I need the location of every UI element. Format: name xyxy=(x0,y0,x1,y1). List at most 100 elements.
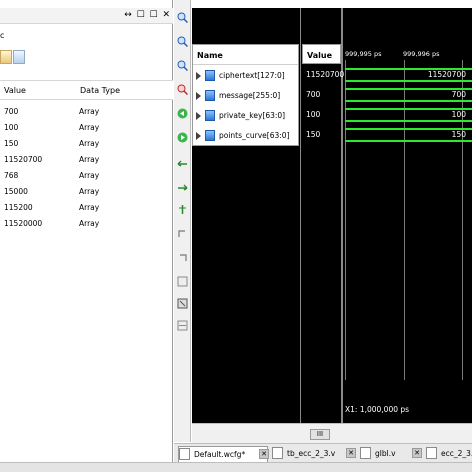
signal-value: 700 xyxy=(306,90,321,99)
wave-toolbar xyxy=(174,0,191,442)
editor-tab-bar: Default.wcfg* ✕ tb_ecc_2_3.v ✕ glbl.v ✕ … xyxy=(174,443,472,462)
table-row[interactable]: 768 Array xyxy=(0,168,173,184)
signal-value-row: 700 xyxy=(302,86,341,104)
tab-ecc[interactable]: ecc_2_3... xyxy=(426,446,472,462)
row-value: 768 xyxy=(4,171,19,180)
table-row[interactable]: 15000 Array xyxy=(0,184,173,200)
objects-table-header: Value Data Type xyxy=(0,80,173,100)
scrollbar-thumb[interactable]: III xyxy=(310,429,330,440)
next-marker-icon[interactable] xyxy=(177,252,188,263)
signal-row[interactable]: points_curve[63:0] xyxy=(193,127,298,145)
tab-default-wcfg[interactable]: Default.wcfg* ✕ xyxy=(178,446,269,462)
signal-name: ciphertext[127:0] xyxy=(219,71,285,80)
table-row[interactable]: 11520000 Array xyxy=(0,216,173,232)
swap-cursors-icon[interactable] xyxy=(177,276,188,287)
trace-value-label: 150 xyxy=(451,130,466,139)
row-type: Array xyxy=(79,139,100,148)
column-header-data-type[interactable]: Data Type xyxy=(80,86,120,95)
go-start-icon[interactable] xyxy=(177,108,188,119)
column-header-value[interactable]: Value xyxy=(4,86,26,95)
expand-arrow-icon[interactable] xyxy=(196,72,201,80)
objects-panel: ↔ ☐ ☐ ✕ c Value Data Type 700 Array 100 Ar… xyxy=(0,0,173,462)
value-column-header[interactable]: Value xyxy=(302,44,341,64)
signal-value-row: 150 xyxy=(302,126,341,144)
signal-value-list: Value 11520700 700 100 150 xyxy=(302,44,345,146)
close-icon[interactable]: ✕ xyxy=(259,449,269,459)
row-value: 15000 xyxy=(4,187,28,196)
bus-signal-icon xyxy=(205,130,215,141)
tab-glbl[interactable]: glbl.v ✕ xyxy=(360,446,422,462)
tab-label: Default.wcfg* xyxy=(194,450,246,459)
table-row[interactable]: 11520700 Array xyxy=(0,152,173,168)
zoom-out-icon[interactable] xyxy=(177,36,188,47)
signal-trace[interactable]: 150 xyxy=(345,126,472,144)
signal-trace[interactable]: 11520700 xyxy=(345,66,472,84)
row-type: Array xyxy=(79,107,100,116)
signal-value: 150 xyxy=(306,130,321,139)
filter-input-icon[interactable] xyxy=(0,50,12,64)
prev-transition-icon[interactable] xyxy=(177,156,188,167)
expand-arrow-icon[interactable] xyxy=(196,112,201,120)
floating-ruler-icon[interactable] xyxy=(177,320,188,331)
signal-value-row: 100 xyxy=(302,106,341,124)
signal-trace[interactable]: 700 xyxy=(345,86,472,104)
signal-name: private_key[63:0] xyxy=(219,111,286,120)
signal-row[interactable]: ciphertext[127:0] xyxy=(193,67,298,85)
signal-trace[interactable]: 100 xyxy=(345,106,472,124)
row-type: Array xyxy=(79,187,100,196)
tab-label: ecc_2_3... xyxy=(441,449,472,458)
snap-transition-icon[interactable] xyxy=(177,298,188,309)
trace-value-label: 11520700 xyxy=(427,70,466,79)
close-icon[interactable]: ✕ xyxy=(346,448,356,458)
go-end-icon[interactable] xyxy=(177,132,188,143)
cursor-readout: X1: 1,000,000 ps xyxy=(345,405,410,414)
prev-marker-icon[interactable] xyxy=(177,228,188,239)
table-row[interactable]: 700 Array xyxy=(0,104,173,120)
tab-label: tb_ecc_2_3.v xyxy=(287,449,336,458)
window-controls[interactable]: ↔ ☐ ☐ ✕ xyxy=(124,10,171,20)
status-bar xyxy=(0,462,472,472)
close-icon[interactable]: ✕ xyxy=(412,448,422,458)
ruler-tick-label: 999,995 ps xyxy=(345,50,382,58)
row-value: 115200 xyxy=(4,203,33,212)
signal-name: message[255:0] xyxy=(219,91,281,100)
row-value: 700 xyxy=(4,107,19,116)
tab-label: glbl.v xyxy=(375,449,396,458)
signal-row[interactable]: message[255:0] xyxy=(193,87,298,105)
panel-breadcrumb: c xyxy=(0,31,5,40)
verilog-file-icon xyxy=(426,447,437,459)
zoom-fit-icon[interactable] xyxy=(177,60,188,71)
trace-value-label: 700 xyxy=(451,90,466,99)
objects-toolbar xyxy=(0,47,173,67)
expand-arrow-icon[interactable] xyxy=(196,92,201,100)
signal-value: 100 xyxy=(306,110,321,119)
zoom-in-icon[interactable] xyxy=(177,12,188,23)
table-row[interactable]: 115200 Array xyxy=(0,200,173,216)
tab-tb-ecc[interactable]: tb_ecc_2_3.v ✕ xyxy=(272,446,356,462)
zoom-cursor-icon[interactable] xyxy=(177,84,188,95)
signal-value-row: 11520700 xyxy=(302,66,345,84)
row-type: Array xyxy=(79,219,100,228)
table-row[interactable]: 150 Array xyxy=(0,136,173,152)
filter-output-icon[interactable] xyxy=(13,50,25,64)
row-type: Array xyxy=(79,171,100,180)
add-marker-icon[interactable] xyxy=(177,204,188,215)
wave-config-icon xyxy=(179,448,190,460)
row-type: Array xyxy=(79,123,100,132)
next-transition-icon[interactable] xyxy=(177,180,188,191)
signal-value: 11520700 xyxy=(306,70,345,79)
row-value: 150 xyxy=(4,139,19,148)
signal-name-list: Name ciphertext[127:0] message[255:0] pr… xyxy=(192,44,299,146)
row-type: Array xyxy=(79,203,100,212)
bus-signal-icon xyxy=(205,70,215,81)
trace-value-label: 100 xyxy=(451,110,466,119)
name-column-header[interactable]: Name xyxy=(193,45,298,65)
verilog-file-icon xyxy=(360,447,371,459)
table-row[interactable]: 100 Array xyxy=(0,120,173,136)
expand-arrow-icon[interactable] xyxy=(196,132,201,140)
bus-signal-icon xyxy=(205,110,215,121)
horizontal-scrollbar[interactable]: III xyxy=(192,423,472,443)
signal-row[interactable]: private_key[63:0] xyxy=(193,107,298,125)
time-ruler[interactable]: 999,995 ps 999,996 ps xyxy=(343,44,472,64)
signal-name: points_curve[63:0] xyxy=(219,131,290,140)
